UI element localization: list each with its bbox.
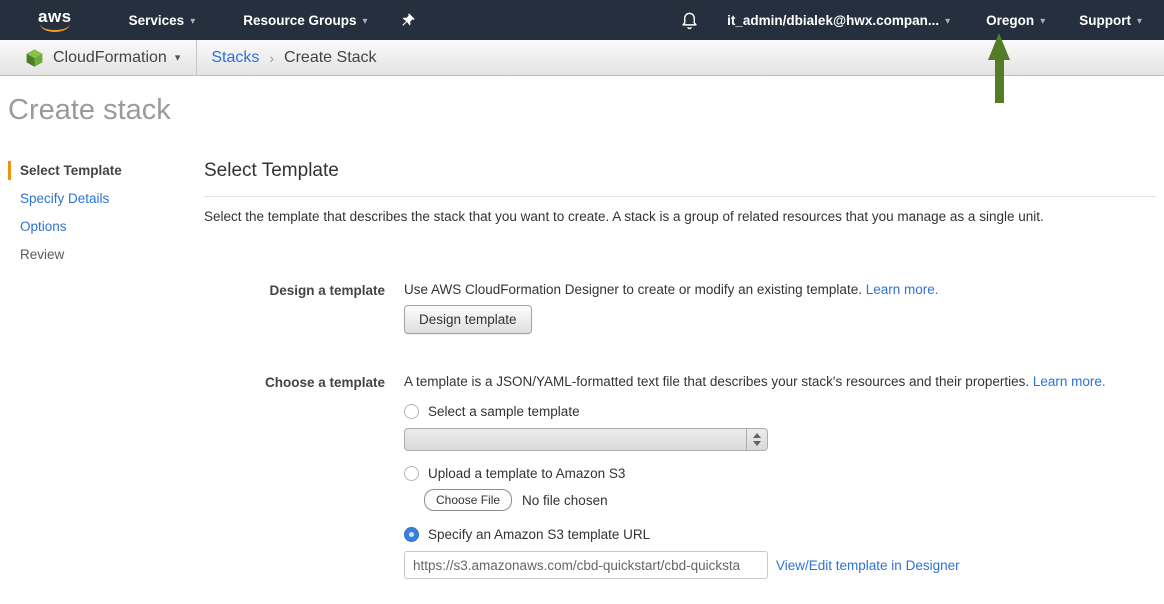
design-learn-more-link[interactable]: Learn more.	[866, 282, 939, 297]
radio-upload-template[interactable]: Upload a template to Amazon S3	[404, 466, 1106, 481]
design-template-row: Design a template Use AWS CloudFormation…	[204, 282, 1156, 334]
choose-template-content: A template is a JSON/YAML-formatted text…	[404, 374, 1106, 579]
radio-upload-template-label: Upload a template to Amazon S3	[428, 466, 625, 481]
section-description: Select the template that describes the s…	[204, 209, 1156, 224]
choose-learn-more-link[interactable]: Learn more.	[1033, 374, 1106, 389]
design-template-content: Use AWS CloudFormation Designer to creat…	[404, 282, 939, 334]
support-menu[interactable]: Support	[1079, 13, 1142, 28]
design-template-text: Use AWS CloudFormation Designer to creat…	[404, 282, 862, 297]
radio-sample-template-label: Select a sample template	[428, 404, 580, 419]
region-selector-label: Oregon	[986, 13, 1034, 28]
breadcrumb-current-page: Create Stack	[284, 49, 376, 67]
design-template-button[interactable]: Design template	[404, 305, 532, 334]
pushpin-icon	[400, 12, 416, 28]
choose-template-text: A template is a JSON/YAML-formatted text…	[404, 374, 1029, 389]
topbar-right-group: it_admin/dbialek@hwx.compan... Oregon Su…	[680, 11, 1164, 30]
wizard-steps-nav: Select Template Specify Details Options …	[8, 162, 193, 274]
subbar-divider	[196, 40, 197, 76]
aws-smile-icon	[40, 24, 70, 32]
s3-template-url-input[interactable]	[404, 551, 768, 579]
radio-s3-url[interactable]: Specify an Amazon S3 template URL	[404, 527, 1106, 542]
notifications-button[interactable]	[680, 11, 699, 30]
step-specify-details[interactable]: Specify Details	[8, 190, 193, 207]
file-upload-row: Choose File No file chosen	[424, 489, 1106, 511]
select-template-panel: Select Template Select the template that…	[204, 150, 1156, 579]
section-heading: Select Template	[204, 150, 1156, 182]
account-menu-label: it_admin/dbialek@hwx.compan...	[727, 13, 939, 28]
resource-groups-menu[interactable]: Resource Groups	[243, 13, 367, 28]
aws-logo-text: aws	[38, 9, 72, 24]
annotation-arrow-up-icon	[988, 33, 1010, 103]
step-review: Review	[8, 246, 193, 263]
bell-icon	[680, 11, 699, 30]
section-divider	[204, 196, 1156, 197]
cloudformation-icon	[25, 48, 44, 68]
radio-sample-template-icon[interactable]	[404, 404, 419, 419]
account-menu[interactable]: it_admin/dbialek@hwx.compan...	[727, 13, 950, 28]
support-menu-label: Support	[1079, 13, 1131, 28]
cloudformation-service-menu[interactable]: CloudFormation	[53, 49, 180, 67]
step-options[interactable]: Options	[8, 218, 193, 235]
pin-shortcut-button[interactable]	[400, 12, 416, 28]
radio-s3-url-label: Specify an Amazon S3 template URL	[428, 527, 650, 542]
sample-template-select[interactable]	[404, 428, 768, 451]
services-menu[interactable]: Services	[129, 13, 196, 28]
choose-template-label: Choose a template	[204, 374, 385, 390]
aws-logo[interactable]: aws	[38, 9, 72, 32]
radio-sample-template[interactable]: Select a sample template	[404, 404, 1106, 419]
design-template-label: Design a template	[204, 282, 385, 298]
annotation-arrow-shaft	[995, 60, 1004, 103]
s3-url-row: View/Edit template in Designer	[404, 551, 1106, 579]
radio-s3-url-icon[interactable]	[404, 527, 419, 542]
choose-template-row: Choose a template A template is a JSON/Y…	[204, 374, 1156, 579]
step-select-template: Select Template	[8, 162, 193, 179]
cloudformation-service-label: CloudFormation	[53, 49, 167, 67]
file-status-text: No file chosen	[522, 493, 608, 508]
resource-groups-menu-label: Resource Groups	[243, 13, 356, 28]
breadcrumb-separator-icon	[269, 50, 274, 66]
radio-upload-template-icon[interactable]	[404, 466, 419, 481]
choose-file-button[interactable]: Choose File	[424, 489, 512, 511]
page-title: Create stack	[8, 94, 171, 127]
region-selector[interactable]: Oregon	[986, 13, 1045, 28]
services-menu-label: Services	[129, 13, 185, 28]
annotation-arrow-head	[988, 33, 1010, 60]
select-stepper-icon	[746, 429, 767, 450]
view-edit-designer-link[interactable]: View/Edit template in Designer	[776, 558, 960, 573]
breadcrumb-stacks-link[interactable]: Stacks	[211, 49, 259, 67]
